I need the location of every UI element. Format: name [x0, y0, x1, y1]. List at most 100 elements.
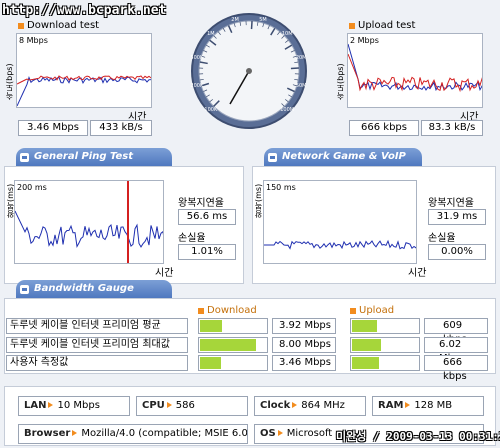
ram-key: RAM: [378, 400, 404, 411]
cpu-value: 586: [175, 400, 195, 411]
arrow-icon: [166, 402, 172, 408]
gauge-tick-label: 100M: [280, 107, 294, 113]
upload-speed-bps: 666 kbps: [349, 120, 419, 136]
download-title-text: Download test: [27, 20, 100, 31]
bandwidth-download-value: 3.46 Mbps: [272, 355, 336, 371]
arrow-icon: [405, 402, 411, 408]
network-game-rtt-value: 31.9 ms: [428, 209, 486, 225]
download-y-label: 속도(bps): [5, 63, 14, 100]
bandwidth-upload-value: 609 kbps: [424, 318, 488, 345]
arrow-icon: [292, 402, 298, 408]
speed-gauge: 100K 200K 500K 1M 2M 5M 10M 20M 50M 100M: [190, 12, 308, 130]
bandwidth-upload-bar-fill: [352, 357, 379, 369]
bandwidth-upload-header-text: Upload: [359, 305, 395, 316]
network-game-loss-label: 손실율: [428, 233, 456, 244]
os-key: OS: [260, 428, 276, 439]
upload-chart-svg: [348, 43, 482, 93]
network-game-series-line: [264, 239, 416, 250]
upload-title-text: Upload test: [358, 20, 416, 31]
clock-info: Clock 864 MHz: [254, 396, 366, 416]
download-speed-bps: 3.46 Mbps: [18, 120, 88, 136]
bandwidth-row-name: 두루넷 케이블 인터넷 프리미엄 평균: [6, 318, 188, 334]
monitor-icon: [20, 285, 29, 294]
arrow-icon: [277, 430, 283, 436]
bandwidth-upload-bar: [350, 355, 420, 371]
general-ping-series-line: [15, 210, 163, 249]
general-ping-chart-svg: [15, 181, 163, 263]
bandwidth-download-bar-fill: [200, 320, 223, 332]
bandwidth-download-bar: [198, 337, 268, 353]
site-watermark: http://www.bcpark.net: [2, 3, 167, 18]
clock-value: 864 MHz: [301, 400, 345, 411]
download-speed-Bps: 433 kB/s: [90, 120, 152, 136]
monitor-icon: [20, 153, 29, 162]
upload-scale: 2 Mbps: [350, 36, 379, 45]
bandwidth-download-bar-fill: [200, 357, 222, 369]
bullet-icon: [198, 307, 204, 314]
bandwidth-upload-bar: [350, 318, 420, 334]
network-game-x-label: 시간: [408, 268, 427, 279]
bullet-icon: [350, 307, 356, 314]
lan-key: LAN: [24, 400, 47, 411]
gauge-hub: [246, 68, 252, 74]
bandwidth-upload-bar-fill: [352, 320, 378, 332]
bandwidth-row-name: 사용자 측정값: [6, 355, 188, 371]
os-value: Microsoft: [286, 428, 333, 439]
download-title: Download test: [18, 20, 99, 31]
bandwidth-download-bar: [198, 318, 268, 334]
gauge-tick-label: 50M: [296, 83, 307, 89]
upload-title: Upload test: [349, 20, 415, 31]
download-series-line: [17, 76, 151, 107]
bandwidth-row-name: 두루넷 케이블 인터넷 프리미엄 최대값: [6, 337, 188, 353]
general-ping-scale: 200 ms: [17, 183, 47, 192]
bandwidth-download-value: 3.92 Mbps: [272, 318, 336, 334]
bandwidth-download-header-text: Download: [207, 305, 257, 316]
download-scale: 8 Mbps: [19, 36, 48, 45]
cpu-key: CPU: [142, 400, 165, 411]
lan-value: 10 Mbps: [57, 400, 100, 411]
tab-general-ping-label: General Ping Test: [34, 151, 134, 162]
general-ping-chart: [14, 180, 164, 264]
network-game-rtt-label: 왕복지연율: [428, 198, 474, 209]
lan-info: LAN 10 Mbps: [18, 396, 130, 416]
network-game-scale: 150 ms: [266, 183, 296, 192]
tab-bandwidth-gauge[interactable]: Bandwidth Gauge: [16, 280, 172, 298]
general-ping-rtt-value: 56.6 ms: [178, 209, 236, 225]
ram-value: 128 MB: [414, 400, 453, 411]
tab-network-game[interactable]: Network Game & VoIP Test: [264, 148, 422, 180]
bandwidth-upload-header: Upload: [350, 305, 394, 316]
gauge-tick-label: 2M: [231, 17, 239, 23]
gauge-tick-label: 10M: [282, 31, 293, 37]
bandwidth-download-value: 8.00 Mbps: [272, 337, 336, 353]
ram-info: RAM 128 MB: [372, 396, 484, 416]
upload-speed-Bps: 83.3 kB/s: [421, 120, 483, 136]
gauge-tick-label: 1M: [207, 31, 215, 37]
capture-watermark: 미완성 / 2009-03-13 00:31:26: [336, 430, 500, 443]
browser-info: Browser Mozilla/4.0 (compatible; MSIE 6.0: [18, 424, 248, 444]
bandwidth-download-bar-fill: [200, 339, 257, 351]
bullet-icon: [349, 22, 355, 29]
tab-general-ping[interactable]: General Ping Test: [16, 148, 172, 166]
network-game-chart-svg: [264, 239, 416, 250]
browser-key: Browser: [24, 428, 71, 439]
gauge-dial: 100K 200K 500K 1M 2M 5M 10M 20M 50M 100M: [190, 13, 307, 129]
bandwidth-upload-bar-fill: [352, 339, 381, 351]
general-ping-x-label: 시간: [155, 268, 174, 279]
arrow-icon: [48, 402, 54, 408]
general-ping-rtt-label: 왕복지연율: [178, 198, 224, 209]
gauge-tick-label: 500K: [190, 55, 204, 61]
monitor-icon: [268, 153, 277, 162]
clock-key: Clock: [260, 400, 291, 411]
arrow-icon: [72, 430, 78, 436]
gauge-tick-label: 20M: [296, 55, 307, 61]
bandwidth-download-header: Download: [198, 305, 257, 316]
general-ping-loss-value: 1.01%: [178, 244, 236, 260]
general-ping-loss-label: 손실율: [178, 233, 206, 244]
gauge-tick-label: 200K: [190, 83, 204, 89]
upload-y-label: 속도(bps): [336, 63, 345, 100]
tab-bandwidth-gauge-label: Bandwidth Gauge: [34, 283, 134, 294]
network-game-loss-value: 0.00%: [428, 244, 486, 260]
bandwidth-upload-bar: [350, 337, 420, 353]
browser-value: Mozilla/4.0 (compatible; MSIE 6.0: [81, 428, 248, 439]
bullet-icon: [18, 22, 24, 29]
